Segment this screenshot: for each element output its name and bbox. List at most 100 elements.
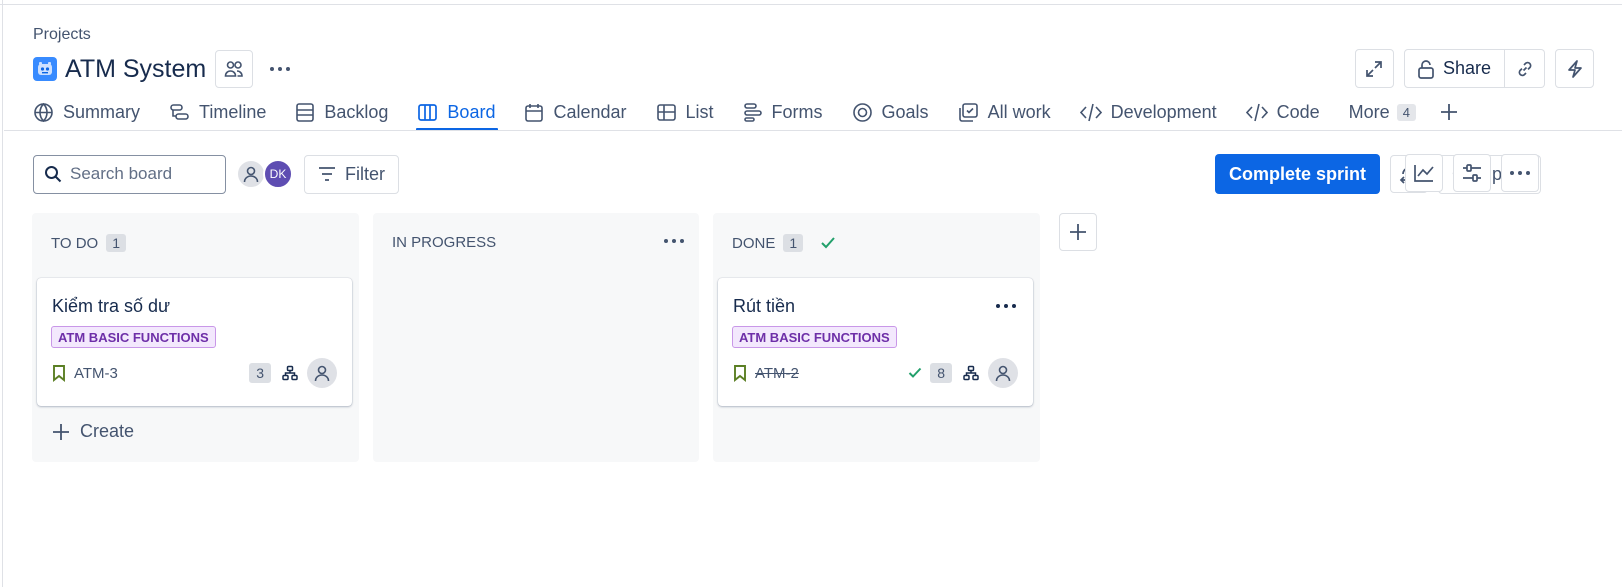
project-robot-icon[interactable] — [33, 57, 57, 81]
tab-more[interactable]: More 4 — [1349, 96, 1416, 128]
create-label: Create — [80, 421, 135, 441]
assignee-avatar[interactable] — [988, 358, 1018, 388]
backlog-icon — [296, 102, 315, 122]
card-title: Kiểm tra số dư — [52, 296, 171, 316]
tab-label: Timeline — [199, 101, 267, 122]
column-title: TO DO — [51, 234, 99, 252]
project-title-row: ATM System — [33, 50, 299, 88]
done-check-icon — [908, 367, 922, 378]
card-more-button[interactable] — [993, 296, 1019, 316]
tab-all-work[interactable]: All work — [958, 96, 1051, 128]
code-icon — [1245, 103, 1268, 121]
tab-label: Development — [1110, 101, 1217, 122]
more-horizontal-icon — [270, 67, 291, 71]
goals-icon — [852, 102, 872, 122]
tab-development[interactable]: Development — [1079, 96, 1217, 128]
link-icon — [1518, 61, 1531, 76]
filter-label: Filter — [345, 163, 385, 184]
column-more-button[interactable] — [661, 231, 687, 251]
plus-icon — [53, 423, 69, 440]
header-actions: Share — [1354, 49, 1594, 88]
tab-label: Code — [1276, 101, 1320, 122]
tab-timeline[interactable]: Timeline — [169, 96, 266, 128]
more-count-badge: 4 — [1396, 103, 1416, 121]
column-in-progress: IN PROGRESS — [373, 213, 699, 462]
column-header: TO DO 1 — [51, 234, 127, 252]
avatar-dk[interactable]: DK — [263, 159, 293, 189]
tab-label: Goals — [881, 101, 929, 122]
board-tool-icons — [1405, 154, 1539, 192]
more-horizontal-icon — [996, 304, 1016, 308]
breadcrumb-projects[interactable]: Projects — [33, 26, 91, 44]
insights-button[interactable] — [1405, 154, 1443, 192]
column-title: DONE — [732, 234, 776, 252]
filter-icon — [319, 167, 335, 181]
issue-card-atm-2[interactable]: Rút tiền ATM BASIC FUNCTIONS ATM-2 8 — [718, 278, 1033, 406]
share-button[interactable]: Share — [1403, 49, 1505, 88]
copy-link-button[interactable] — [1505, 49, 1545, 88]
tab-label: List — [685, 101, 714, 122]
create-issue-button[interactable]: Create — [52, 421, 134, 442]
column-title: IN PROGRESS — [392, 234, 497, 251]
fullscreen-button[interactable] — [1354, 49, 1394, 88]
epic-badge[interactable]: ATM BASIC FUNCTIONS — [732, 326, 897, 348]
calendar-icon — [525, 103, 544, 122]
check-icon — [821, 237, 835, 249]
add-tab-button[interactable] — [1435, 96, 1463, 128]
tab-backlog[interactable]: Backlog — [295, 96, 388, 128]
chart-line-icon — [1414, 165, 1434, 182]
avatar-filter-group: DK — [236, 159, 293, 189]
tab-list[interactable]: List — [656, 96, 714, 128]
team-button[interactable] — [215, 50, 254, 88]
card-title: Rút tiền — [733, 296, 796, 316]
epic-badge[interactable]: ATM BASIC FUNCTIONS — [51, 326, 216, 348]
timeline-icon — [170, 103, 189, 120]
window-left-border — [0, 0, 3, 587]
lightning-icon — [1567, 59, 1582, 78]
forms-icon — [743, 102, 762, 122]
person-icon — [243, 166, 259, 183]
person-icon — [995, 365, 1011, 382]
tab-calendar[interactable]: Calendar — [524, 96, 627, 128]
tab-label: Forms — [771, 101, 823, 122]
tab-board[interactable]: Board — [416, 96, 499, 131]
tab-code[interactable]: Code — [1245, 96, 1320, 128]
tab-summary[interactable]: Summary — [33, 96, 140, 128]
tab-label: Calendar — [553, 101, 627, 122]
avatar-unassigned[interactable] — [236, 159, 266, 189]
filter-button[interactable]: Filter — [304, 154, 399, 194]
tab-goals[interactable]: Goals — [852, 96, 929, 128]
development-icon — [1079, 103, 1102, 121]
tab-forms[interactable]: Forms — [743, 96, 823, 128]
board-icon — [418, 103, 438, 121]
column-header: DONE 1 — [732, 234, 836, 252]
add-column-button[interactable] — [1059, 213, 1097, 251]
story-points-badge: 8 — [930, 363, 952, 383]
issue-key-text: ATM-2 — [755, 364, 799, 382]
issue-key-text: ATM-3 — [74, 364, 118, 382]
page-title: ATM System — [65, 54, 207, 83]
share-label: Share — [1442, 58, 1491, 78]
search-icon — [45, 166, 62, 183]
people-icon — [224, 61, 244, 77]
column-count-badge: 1 — [106, 234, 127, 252]
plus-icon — [1440, 104, 1457, 120]
project-tabs: Summary Timeline Backlog Board Calendar … — [33, 96, 1463, 131]
story-bookmark-icon — [53, 365, 65, 382]
complete-sprint-button[interactable]: Complete sprint — [1214, 154, 1380, 194]
all-work-icon — [958, 102, 978, 122]
tab-label: Backlog — [324, 101, 389, 122]
column-count-badge: 1 — [783, 234, 804, 252]
more-actions-button[interactable] — [261, 50, 299, 88]
globe-icon — [34, 102, 53, 122]
search-input[interactable] — [70, 164, 220, 184]
view-settings-button[interactable] — [1453, 154, 1491, 192]
board-more-button[interactable] — [1501, 154, 1539, 192]
window-top-border — [0, 0, 1622, 5]
child-issues-icon — [282, 365, 298, 381]
issue-key: ATM-3 — [52, 364, 118, 382]
automation-button[interactable] — [1555, 49, 1594, 88]
issue-card-atm-3[interactable]: Kiểm tra số dư ATM BASIC FUNCTIONS ATM-3… — [37, 278, 352, 406]
assignee-avatar[interactable] — [307, 358, 337, 388]
unlock-icon — [1418, 59, 1434, 79]
